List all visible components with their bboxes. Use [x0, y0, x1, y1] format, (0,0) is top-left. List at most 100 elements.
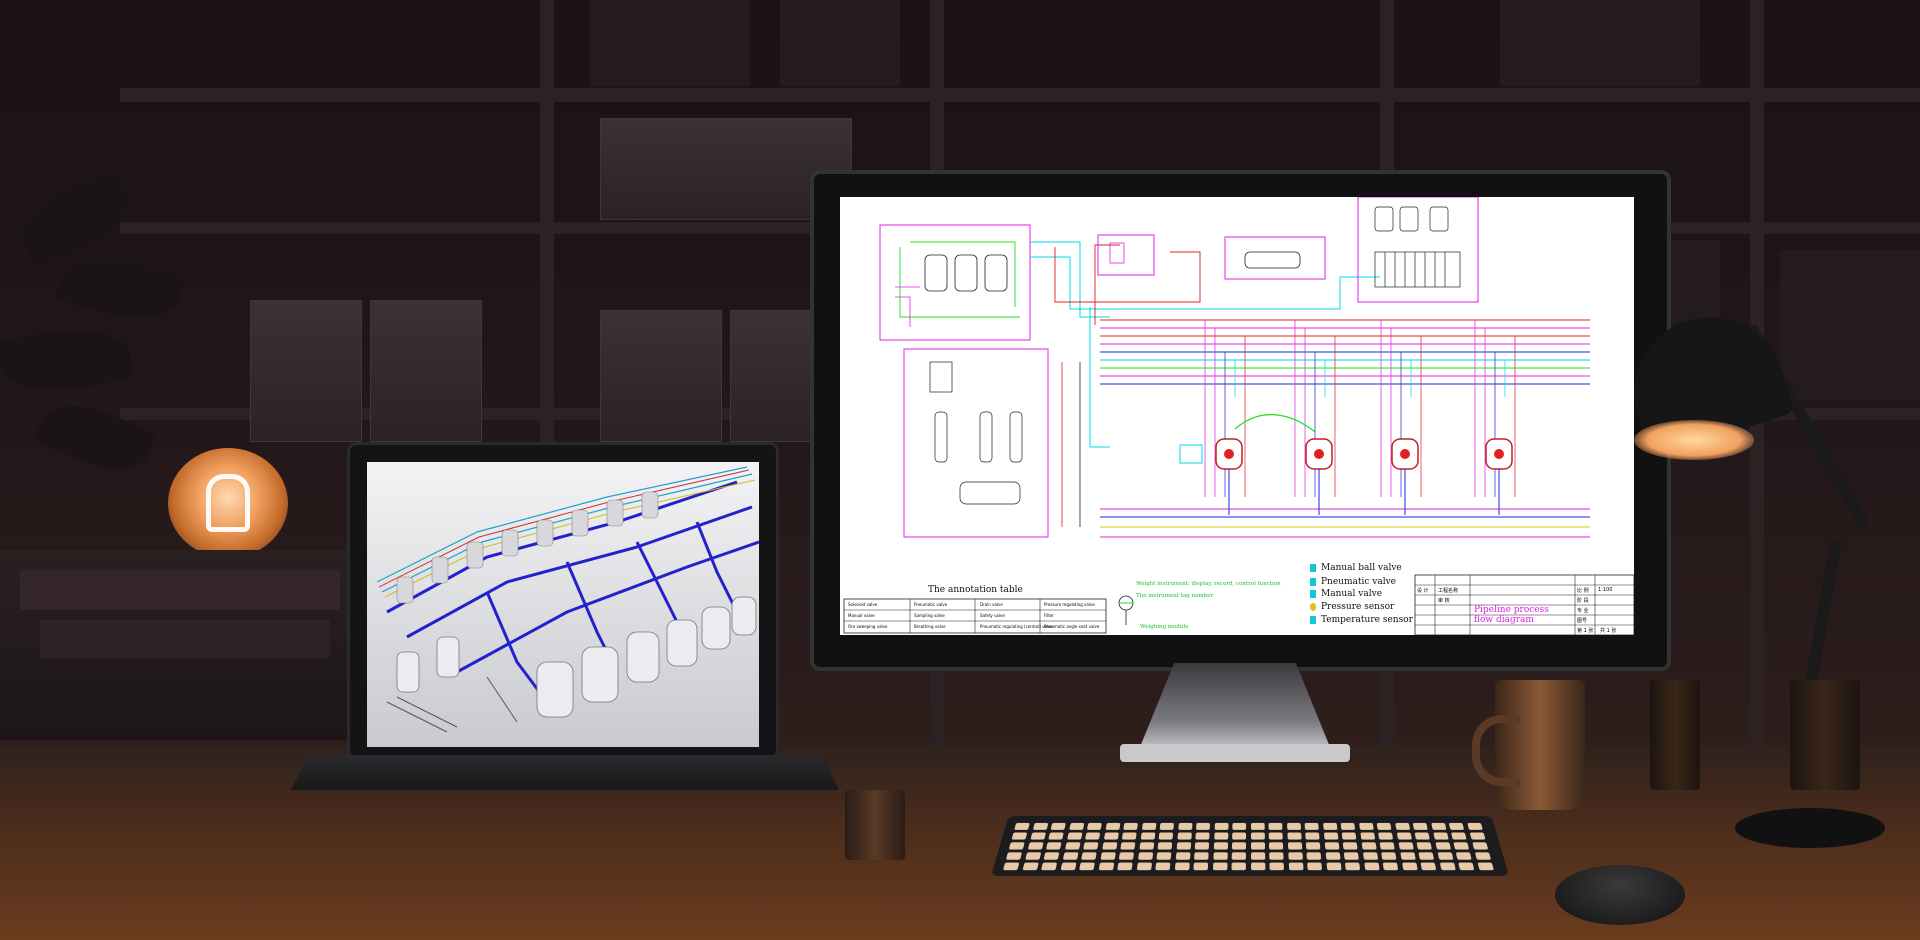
keyboard-key — [1025, 852, 1041, 859]
drawing-title: Pipeline process flow diagram — [1474, 605, 1569, 625]
keyboard-key — [1123, 823, 1138, 830]
annotation-cell: Pneumatic valve — [914, 602, 947, 607]
manual-ball-valve-icon — [1310, 564, 1316, 572]
keyboard-key — [1117, 863, 1132, 871]
keyboard-key — [1469, 832, 1485, 839]
keyboard-key — [1081, 852, 1097, 859]
keyboard-key — [1400, 852, 1416, 859]
keyboard-key — [1231, 863, 1245, 871]
keyboard-key — [1155, 863, 1170, 871]
monitor-screen-pid-drawing: The annotation table Solenoid valve Pneu… — [840, 197, 1634, 635]
keyboard-key — [1377, 823, 1392, 830]
keyboard-key — [1364, 863, 1379, 871]
keyboard-key — [1413, 823, 1428, 830]
keyboard-key — [1139, 842, 1154, 849]
keyboard-key — [1214, 832, 1228, 839]
keyboard-key — [1103, 832, 1118, 839]
keyboard-key — [1306, 842, 1321, 849]
keyboard-key — [1176, 842, 1191, 849]
title-block-label: 第 1 张 — [1577, 627, 1593, 634]
keyboard-key — [1102, 842, 1117, 849]
keyboard-key — [1193, 863, 1208, 871]
keyboard-key — [1041, 863, 1057, 871]
keyboard-key — [1120, 842, 1135, 849]
note-weighing-module: Weighing module — [1140, 624, 1188, 630]
book-spine — [20, 570, 340, 610]
manual-valve-icon — [1310, 590, 1316, 598]
keyboard-key — [1381, 852, 1396, 859]
keyboard-key — [1065, 842, 1081, 849]
keyboard-key — [1062, 852, 1078, 859]
keyboard-key — [1323, 832, 1338, 839]
temperature-sensor-icon — [1310, 616, 1316, 624]
keyboard-key — [1380, 842, 1395, 849]
keyboard — [991, 816, 1509, 876]
keyboard-key — [1178, 823, 1192, 830]
keyboard-key — [1435, 842, 1451, 849]
keyboard-key — [1269, 863, 1284, 871]
note-instrument-tag: The instrument tag number — [1136, 593, 1213, 599]
keyboard-key — [1362, 852, 1377, 859]
keyboard-key — [1009, 842, 1025, 849]
keyboard-key — [1453, 842, 1469, 849]
title-block-label: 设 计 — [1417, 587, 1429, 594]
keyboard-key — [1402, 863, 1418, 871]
keyboard-key — [1361, 842, 1376, 849]
keyboard-key — [1307, 863, 1322, 871]
book-spine — [40, 620, 330, 658]
keyboard-key — [1232, 852, 1246, 859]
title-block-label: 专 业 — [1577, 607, 1589, 614]
keyboard-key — [1100, 852, 1115, 859]
keyboard-key — [1287, 823, 1301, 830]
keyboard-key — [1250, 823, 1264, 830]
keyboard-key — [1232, 823, 1246, 830]
keyboard-key — [1087, 823, 1102, 830]
keyboard-key — [1431, 823, 1446, 830]
annotation-cell: Ore sweeping valve — [848, 624, 887, 629]
keyboard-key — [1138, 852, 1153, 859]
keyboard-key — [1433, 832, 1448, 839]
title-block-label: 共 1 张 — [1600, 627, 1616, 634]
annotation-cell: Safety valve — [980, 613, 1005, 618]
keyboard-key — [1269, 823, 1283, 830]
keyboard-key — [1141, 823, 1156, 830]
annotation-cell: Solenoid valve — [848, 602, 877, 607]
pid-diagram — [840, 197, 1634, 635]
keyboard-key — [1344, 852, 1359, 859]
annotation-cell: Pneumatic angle seat valve — [1044, 624, 1099, 629]
note-weight-instrument: Weight instrument: display, record, cont… — [1136, 581, 1281, 587]
brand-logo-icon — [206, 474, 250, 532]
keyboard-key — [1156, 852, 1171, 859]
laptop-keyboard-base — [291, 755, 839, 790]
keyboard-key — [1069, 823, 1084, 830]
keyboard-key — [1158, 842, 1173, 849]
keyboard-key — [1027, 842, 1043, 849]
keyboard-key — [1395, 823, 1410, 830]
keyboard-key — [1195, 832, 1209, 839]
keyboard-key — [1342, 832, 1357, 839]
pressure-sensor-icon — [1310, 603, 1316, 611]
keyboard-key — [1232, 842, 1246, 849]
keyboard-key — [1105, 823, 1120, 830]
keyboard-key — [1458, 863, 1474, 871]
keyboard-key — [1305, 832, 1319, 839]
keyboard-key — [1067, 832, 1082, 839]
lamp-base — [1735, 808, 1885, 848]
title-block-label: 审 核 — [1438, 597, 1450, 604]
keyboard-key — [1006, 852, 1022, 859]
keyboard-key — [1194, 852, 1209, 859]
keyboard-key — [1085, 832, 1100, 839]
keyboard-key — [1456, 852, 1472, 859]
title-block-label: 比 例 — [1577, 587, 1589, 594]
keyboard-key — [1136, 863, 1151, 871]
keyboard-key — [1251, 852, 1265, 859]
keyboard-key — [1175, 852, 1190, 859]
pneumatic-valve-icon — [1310, 578, 1316, 586]
pen-holder-right — [1790, 680, 1860, 790]
3d-plant-model-render — [367, 462, 759, 747]
keyboard-key — [1098, 863, 1114, 871]
keyboard-key — [1305, 823, 1319, 830]
keyboard-key — [1014, 823, 1030, 830]
keyboard-key — [1467, 823, 1483, 830]
keyboard-key — [1418, 852, 1434, 859]
